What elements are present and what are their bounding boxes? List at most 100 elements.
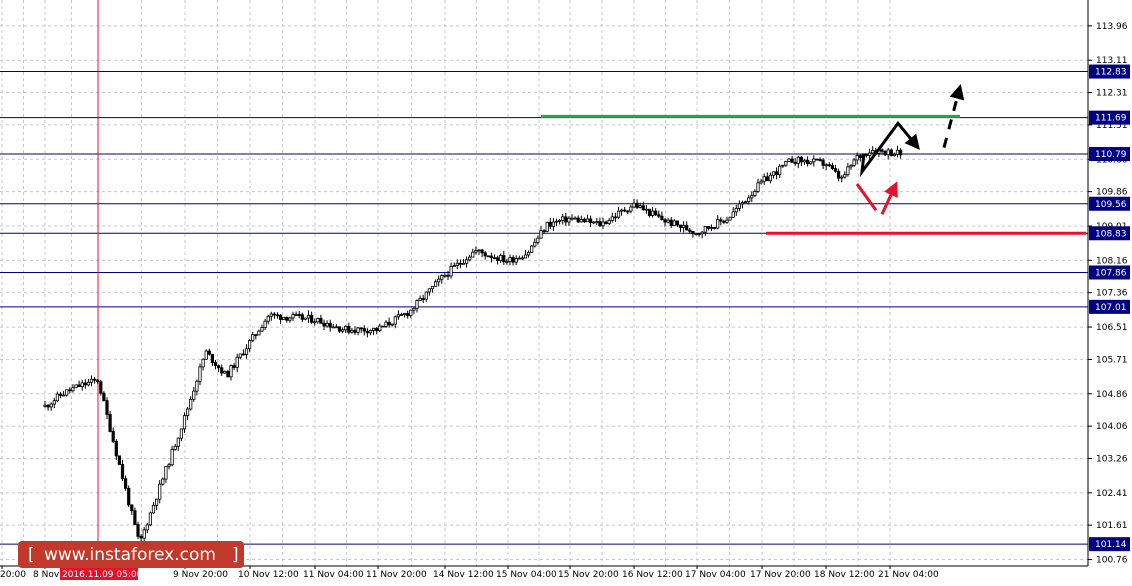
candle-body xyxy=(682,224,686,228)
candle-body xyxy=(657,214,661,217)
candle-body xyxy=(750,195,754,199)
candle-body xyxy=(198,366,202,382)
candlestick-series xyxy=(43,145,903,543)
price-level-label: 109.56 xyxy=(1095,200,1127,210)
candle-body xyxy=(297,314,301,316)
candle-body xyxy=(573,217,577,220)
candle-body xyxy=(446,274,450,277)
candle-body xyxy=(725,219,729,223)
price-level-label: 111.69 xyxy=(1095,114,1127,124)
candle-body xyxy=(173,445,177,450)
candle-body xyxy=(325,323,329,327)
candle-body xyxy=(241,353,245,356)
candle-body xyxy=(74,384,78,389)
candle-body xyxy=(812,158,816,163)
candle-body xyxy=(551,221,556,227)
candle-body xyxy=(58,393,63,396)
candle-body xyxy=(303,317,308,320)
candle-body xyxy=(319,318,323,324)
candle-body xyxy=(337,326,342,332)
candle-body xyxy=(68,389,72,392)
price-chart[interactable]: 113.96113.11112.31111.51110.66109.86109.… xyxy=(0,0,1132,586)
candle-body xyxy=(539,230,543,239)
candle-body xyxy=(350,329,354,333)
candle-body xyxy=(154,498,159,506)
candle-body xyxy=(71,387,75,392)
candle-body xyxy=(582,218,587,223)
candle-body xyxy=(737,203,742,209)
candle-body xyxy=(678,224,683,228)
candle-body xyxy=(430,285,435,290)
candle-body xyxy=(114,441,118,457)
candle-body xyxy=(347,325,351,333)
candle-body xyxy=(527,251,531,256)
candle-body xyxy=(427,288,432,293)
candle-body xyxy=(43,404,47,407)
candle-body xyxy=(291,314,295,319)
candle-body xyxy=(471,251,475,258)
candle-body xyxy=(406,313,410,316)
candle-body xyxy=(89,378,94,383)
candle-body xyxy=(46,404,50,408)
candle-body xyxy=(182,415,187,430)
candle-body xyxy=(623,209,627,212)
candle-body xyxy=(449,265,453,277)
candle-body xyxy=(713,227,717,229)
candle-body xyxy=(576,217,580,223)
candle-body xyxy=(765,176,769,182)
candle-body xyxy=(415,300,419,309)
candle-body xyxy=(111,431,115,442)
candle-body xyxy=(145,524,149,531)
candle-body xyxy=(520,257,525,260)
candle-body xyxy=(672,220,676,226)
candle-body xyxy=(610,216,614,221)
candle-body xyxy=(502,255,506,263)
price-axis: 113.96113.11112.31111.51110.66109.86109.… xyxy=(1087,0,1132,586)
time-tick-label: 18 Nov 12:00 xyxy=(814,570,875,580)
price-tick-label: 108.16 xyxy=(1096,256,1128,266)
time-tick-label: 11 Nov 20:00 xyxy=(366,570,427,580)
candle-body xyxy=(570,217,574,220)
candle-body xyxy=(223,370,227,374)
candle-body xyxy=(669,219,673,226)
candle-body xyxy=(49,403,53,408)
candle-body xyxy=(213,362,218,367)
candle-body xyxy=(864,153,869,157)
candle-body xyxy=(744,201,748,204)
candle-body xyxy=(464,259,469,264)
candle-body xyxy=(837,171,841,179)
candle-body xyxy=(716,219,720,229)
candle-body xyxy=(635,202,639,208)
price-level-label: 107.86 xyxy=(1095,268,1127,278)
candle-body xyxy=(244,348,249,355)
candle-body xyxy=(589,218,593,223)
candle-body xyxy=(306,314,311,319)
candle-body xyxy=(644,208,649,211)
candle-body xyxy=(396,314,401,318)
candle-body xyxy=(300,314,304,320)
candle-body xyxy=(818,159,822,161)
candle-body xyxy=(381,325,385,328)
candle-body xyxy=(892,153,897,157)
candle-body xyxy=(530,245,534,253)
candle-body xyxy=(272,313,277,316)
candle-body xyxy=(759,180,763,184)
candle-body xyxy=(688,229,692,232)
candle-body xyxy=(771,171,776,176)
candle-body xyxy=(846,166,850,176)
candle-body xyxy=(756,182,760,192)
candle-body xyxy=(334,326,339,329)
candle-body xyxy=(412,307,416,311)
price-tick-label: 104.86 xyxy=(1096,390,1128,400)
candle-body xyxy=(852,159,856,166)
horizontal-price-levels[interactable] xyxy=(0,71,1088,545)
forecast-alt-up-arrow xyxy=(880,181,898,215)
candle-body xyxy=(511,257,515,263)
candle-body xyxy=(468,256,472,261)
highlighted-time-label: 2016.11.09 05:00 xyxy=(62,570,143,580)
candle-body xyxy=(161,478,165,485)
time-tick-label: 11 Nov 04:00 xyxy=(303,570,364,580)
candle-body xyxy=(567,217,571,223)
candle-body xyxy=(899,149,903,156)
candle-body xyxy=(235,356,239,368)
